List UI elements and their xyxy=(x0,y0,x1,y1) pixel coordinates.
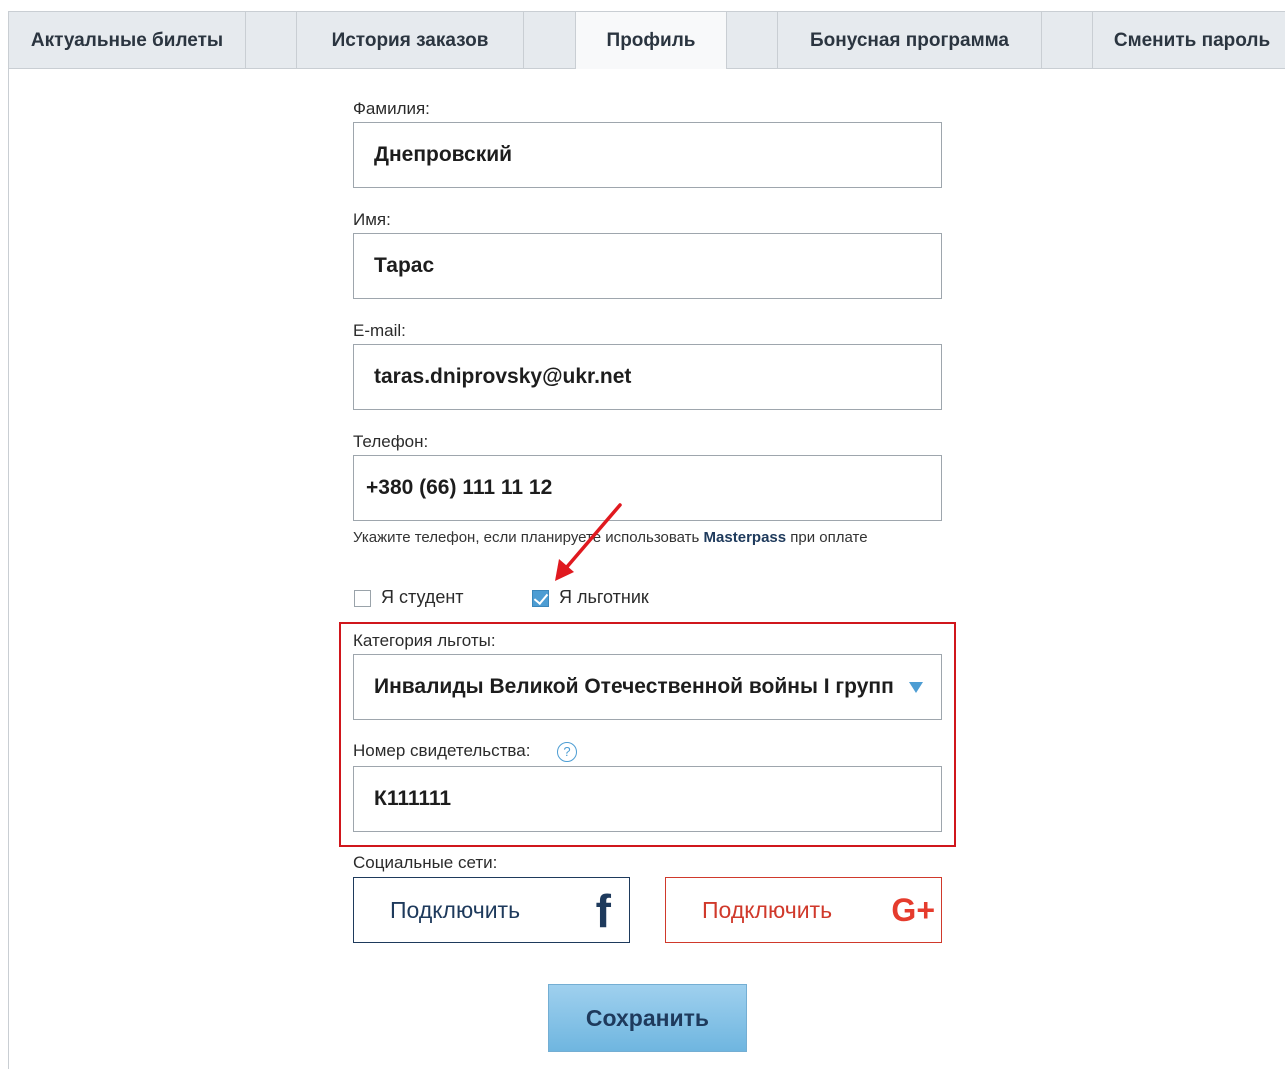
connect-facebook-button[interactable]: Подключить f xyxy=(353,877,630,943)
masterpass-text: Masterpass xyxy=(703,529,787,546)
phone-hint-text-end: при оплате xyxy=(786,529,868,546)
email-label: E-mail: xyxy=(353,321,406,340)
phone-hint: Укажите телефон, если планируете использ… xyxy=(353,528,913,547)
certificate-input[interactable] xyxy=(353,766,942,832)
connect-facebook-text: Подключить xyxy=(390,897,521,923)
tab-divider xyxy=(523,11,576,69)
category-select[interactable]: Инвалиды Великой Отечественной войны I г… xyxy=(353,654,942,720)
certificate-label: Номер свидетельства: xyxy=(353,741,531,760)
tab-divider xyxy=(245,11,297,69)
phone-hint-text: Укажите телефон, если планируете использ… xyxy=(353,529,704,546)
save-button[interactable]: Сохранить xyxy=(548,984,747,1052)
phone-label: Телефон: xyxy=(353,432,429,451)
student-checkbox[interactable] xyxy=(354,590,371,607)
facebook-icon: f xyxy=(595,885,611,937)
tab-change-password[interactable]: Сменить пароль xyxy=(1092,11,1285,69)
tab-order-history[interactable]: История заказов xyxy=(296,11,524,69)
connect-google-button[interactable]: Подключить G+ xyxy=(665,877,942,943)
surname-input[interactable] xyxy=(353,122,942,188)
privileged-label[interactable]: Я льготник xyxy=(559,587,649,608)
category-selected-value: Инвалиды Великой Отечественной войны I г… xyxy=(374,675,894,698)
student-label[interactable]: Я студент xyxy=(381,587,464,608)
surname-label: Фамилия: xyxy=(353,99,430,118)
tab-bonus-program[interactable]: Бонусная программа xyxy=(777,11,1042,69)
connect-google-text: Подключить xyxy=(702,897,833,923)
profile-panel xyxy=(8,69,1285,1069)
category-label: Категория льготы: xyxy=(353,631,496,650)
chevron-down-icon xyxy=(909,682,923,693)
google-plus-icon: G+ xyxy=(891,892,935,928)
name-label: Имя: xyxy=(353,210,391,229)
tab-profile[interactable]: Профиль xyxy=(575,11,727,73)
help-icon[interactable]: ? xyxy=(557,742,577,762)
social-label: Социальные сети: xyxy=(353,853,498,872)
privileged-checkbox[interactable] xyxy=(532,590,549,607)
phone-input[interactable] xyxy=(353,455,942,521)
email-input[interactable] xyxy=(353,344,942,410)
tab-divider xyxy=(1041,11,1093,69)
tab-bar: Актуальные билеты История заказов Профил… xyxy=(8,11,1285,73)
tab-current-tickets[interactable]: Актуальные билеты xyxy=(8,11,246,69)
tab-divider xyxy=(726,11,778,69)
name-input[interactable] xyxy=(353,233,942,299)
